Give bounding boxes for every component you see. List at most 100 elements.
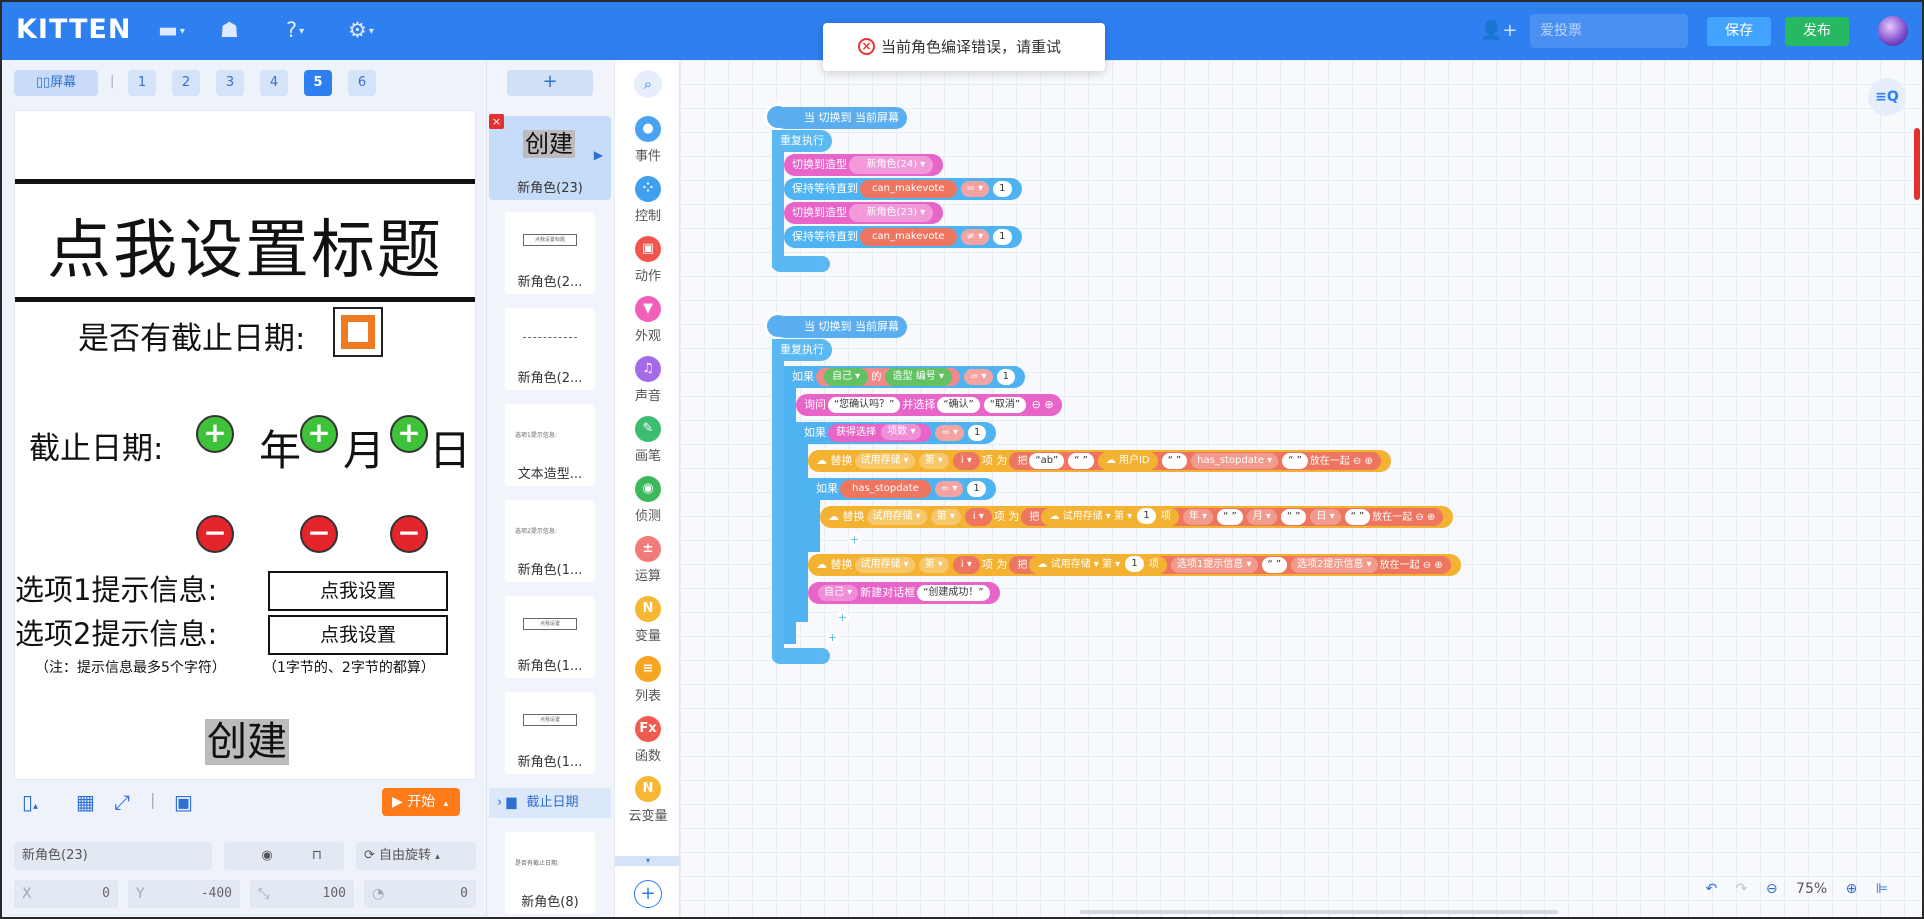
redo-icon[interactable]: ↷	[1736, 881, 1748, 897]
category-3[interactable]: ▣ 动作	[615, 236, 681, 284]
year-plus-button[interactable]: +	[196, 415, 234, 453]
device-orientation-icon[interactable]: ▯▴	[22, 790, 38, 814]
forever-block[interactable]: 重复执行	[772, 130, 832, 152]
folder-deadline[interactable]: › ▆ 截止日期	[489, 788, 611, 818]
rotation-mode-select[interactable]: ⟳ 自由旋转 ▴	[356, 842, 476, 870]
screen-tab-1[interactable]: 1	[128, 70, 156, 96]
category-label: 控制	[634, 209, 661, 224]
add-branch-icon[interactable]: +	[848, 533, 861, 546]
category-9[interactable]: N 变量	[615, 596, 681, 644]
category-2[interactable]: ⁘ 控制	[615, 176, 681, 224]
sprite-card[interactable]: 新角色(2...	[505, 308, 595, 390]
category-7[interactable]: ◉ 侦测	[615, 476, 681, 524]
month-minus-button[interactable]: −	[300, 515, 338, 553]
screen-tab-2[interactable]: 2	[172, 70, 200, 96]
sprite-card[interactable]: 点我设置标题 新角色(2...	[505, 212, 595, 294]
undo-icon[interactable]: ↶	[1705, 881, 1717, 897]
screen-tab-5[interactable]: 5	[304, 70, 332, 96]
preview-icon[interactable]: ▣	[174, 790, 193, 814]
align-blocks-icon[interactable]: ⊫	[1876, 881, 1888, 897]
switch-costume-block[interactable]: 切换到造型 1 新角色(23) ▾	[784, 202, 944, 224]
category-5[interactable]: ♫ 声音	[615, 356, 681, 404]
backpack-icon[interactable]: ☗	[220, 18, 239, 42]
day-minus-button[interactable]: −	[390, 515, 428, 553]
category-label: 声音	[634, 389, 661, 404]
category-scroll-down-icon[interactable]: ▾	[615, 856, 681, 866]
wait-until-block[interactable]: 保持等待直到 can_makevote ≠ ▾ 1	[784, 226, 1022, 248]
switch-costume-block[interactable]: 切换到造型 2 新角色(24) ▾	[784, 154, 944, 176]
zoom-in-icon[interactable]: ⊕	[1846, 881, 1858, 897]
stage-title[interactable]: 点我设置标题	[15, 199, 475, 291]
screen-tab-6[interactable]: 6	[348, 70, 376, 96]
save-button[interactable]: 保存	[1707, 17, 1771, 46]
y-field[interactable]: Y -400	[128, 880, 240, 908]
zoom-out-icon[interactable]: ⊖	[1766, 881, 1778, 897]
category-10[interactable]: ≡ 列表	[615, 656, 681, 704]
category-icon: ♫	[635, 356, 661, 382]
if-stopdate-block[interactable]: 如果 has_stopdate = ▾ 1	[808, 478, 996, 500]
add-branch-icon[interactable]: +	[836, 611, 849, 624]
replace-storage-options-block[interactable]: ☁ 替换 试用存储 ▾ 第 ▾ i ▾ 项 为把 ☁ 试用存储 ▾ 第 ▾ 1 项选项1提…	[808, 554, 1461, 576]
category-12[interactable]: N 云变量	[615, 776, 681, 824]
if-choice-block[interactable]: 如果 获得选择 项数 ▾ = ▾ 1	[796, 422, 997, 444]
if-costume-block[interactable]: 如果 自己 ▾ 的 造型 编号 ▾ = ▾ 1	[784, 366, 1025, 388]
user-avatar[interactable]	[1878, 16, 1908, 46]
month-plus-button[interactable]: +	[300, 415, 338, 453]
sprite-card[interactable]: 点我设置 新角色(1...	[505, 596, 595, 678]
deadline-checkbox[interactable]	[333, 307, 383, 357]
add-extension-button[interactable]: +	[634, 880, 662, 908]
sprite-card[interactable]: 是否有截止日期: 新角色(8)	[505, 832, 595, 914]
category-11[interactable]: Fx 函数	[615, 716, 681, 764]
delete-sprite-icon[interactable]: ×	[489, 114, 504, 129]
work-title-input[interactable]: 爱投票	[1530, 14, 1688, 48]
block-search-panel-icon[interactable]: ≡Q	[1868, 78, 1906, 116]
option2-setbox[interactable]: 点我设置	[268, 615, 448, 655]
folder-menu-icon[interactable]: ▬ ▾	[158, 18, 185, 42]
replace-storage-block[interactable]: ☁ 替换 试用存储 ▾ 第 ▾ i ▾ 项 为把 “ab” “ ” ☁ 用户ID “ ” has_…	[808, 450, 1391, 472]
category-8[interactable]: ± 运算	[615, 536, 681, 584]
start-button[interactable]: ▶ 开始 ▴	[382, 788, 460, 816]
sprite-card[interactable]: 点我设置 新角色(1...	[505, 692, 595, 774]
grid-icon[interactable]: ▦	[76, 790, 95, 814]
screen-tab-3[interactable]: 3	[216, 70, 244, 96]
size-field[interactable]: ⤡ 100	[250, 880, 354, 908]
add-branch-icon[interactable]: +	[826, 631, 839, 644]
forever-block[interactable]: 重复执行	[772, 339, 832, 361]
category-4[interactable]: ▼ 外观	[615, 296, 681, 344]
create-button[interactable]: 创建	[205, 719, 289, 765]
option2-label: 选项2提示信息:	[15, 617, 218, 651]
add-collaborator-icon[interactable]: 👤+	[1480, 20, 1518, 41]
sprite-name-field[interactable]: 新角色(23)	[14, 842, 212, 870]
help-icon[interactable]: ? ▾	[286, 18, 304, 42]
sprite-card[interactable]: 选项2提示信息: 新角色(1...	[505, 500, 595, 582]
screen-tab-4[interactable]: 4	[260, 70, 288, 96]
horizontal-scrollbar[interactable]	[1080, 910, 1558, 914]
direction-field[interactable]: ◔ 0	[364, 880, 476, 908]
category-icon: N	[635, 596, 661, 622]
sprite-card-selected[interactable]: × 创建 ▶ 新角色(23)	[489, 114, 611, 200]
new-dialog-block[interactable]: 自己 ▾ 新建对话框 “创建成功！”	[808, 582, 1000, 604]
stage-canvas[interactable]: 点我设置标题 是否有截止日期: + + + 截止日期: 年 月 日 − − − …	[14, 110, 476, 780]
publish-button[interactable]: 发布	[1785, 17, 1849, 46]
settings-gear-icon[interactable]: ⚙ ▾	[348, 18, 374, 42]
ask-and-choose-block[interactable]: 询问 “您确认吗？” 并选择 “确认” “取消” ⊖ ⊕	[796, 394, 1062, 416]
vertical-scrollbar[interactable]	[1914, 128, 1920, 200]
option1-setbox[interactable]: 点我设置	[268, 571, 448, 611]
category-6[interactable]: ✎ 画笔	[615, 416, 681, 464]
when-switch-screen-block[interactable]: 当 切换到 当前屏幕	[774, 107, 907, 129]
note-byte-count: （1字节的、2字节的都算）	[263, 660, 435, 676]
lock-icon[interactable]: ⊓	[290, 842, 344, 870]
category-1[interactable]: ● 事件	[615, 116, 681, 164]
wait-until-block[interactable]: 保持等待直到 can_makevote = ▾ 1	[784, 178, 1022, 200]
screen-button[interactable]: ▯▯屏幕	[14, 70, 98, 96]
add-sprite-button[interactable]: +	[507, 70, 593, 96]
block-search-icon[interactable]: ⌕	[634, 70, 662, 98]
x-field[interactable]: X0	[14, 880, 118, 908]
sprite-card[interactable]: 选项1提示信息: 文本造型...	[505, 404, 595, 486]
day-plus-button[interactable]: +	[390, 415, 428, 453]
year-minus-button[interactable]: −	[196, 515, 234, 553]
replace-storage-date-block[interactable]: ☁ 替换 试用存储 ▾ 第 ▾ i ▾ 项 为把 ☁ 试用存储 ▾ 第 ▾ 1 项年 ▾ “…	[820, 506, 1454, 528]
fullscreen-icon[interactable]: ⤢	[114, 790, 130, 814]
code-workspace[interactable]: 当 切换到 当前屏幕 重复执行 切换到造型 2 新角色(24) ▾ 保持等待直到 c…	[680, 60, 1922, 917]
when-switch-screen-block[interactable]: 当 切换到 当前屏幕	[774, 316, 907, 338]
